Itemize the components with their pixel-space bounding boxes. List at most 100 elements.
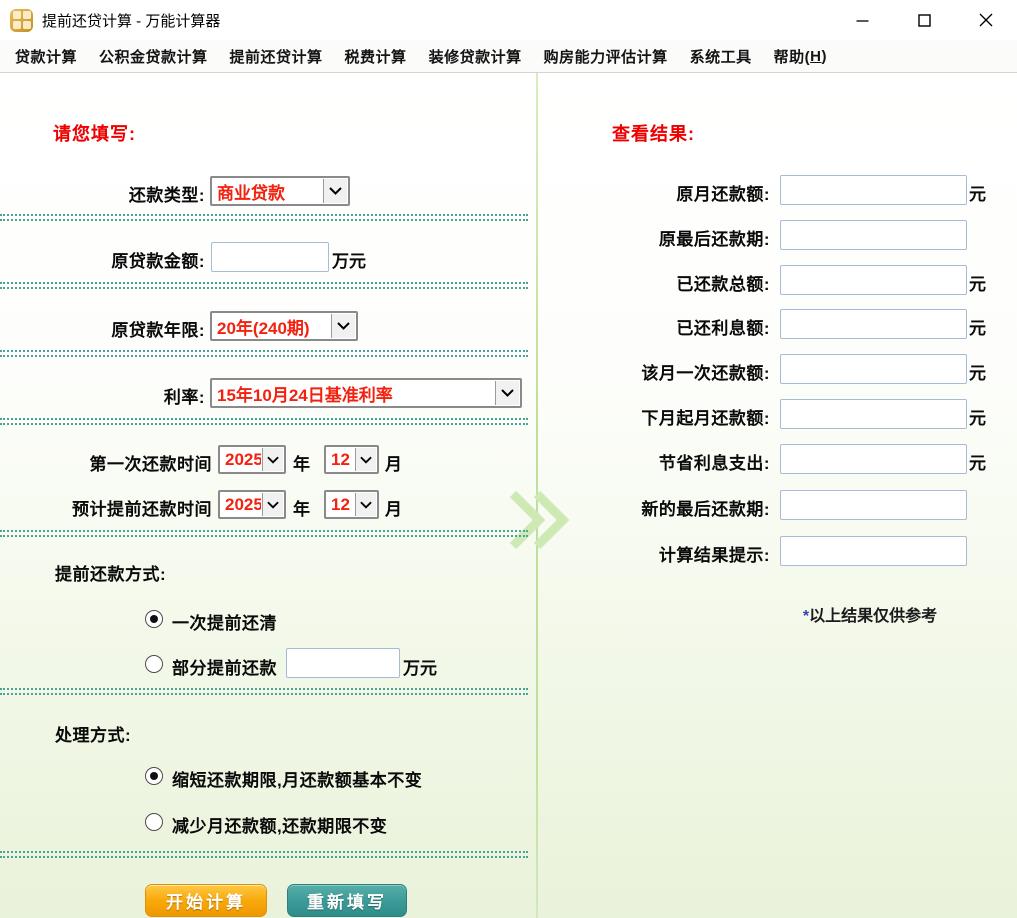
chevron-down-icon[interactable] [495, 381, 519, 405]
maximize-button[interactable] [893, 0, 955, 40]
minimize-button[interactable] [831, 0, 893, 40]
result-label: 该月一次还款额: [555, 359, 770, 384]
first-pay-year-value: 2025 [220, 447, 261, 472]
rate-select[interactable]: 15年10月24日基准利率 [210, 378, 522, 408]
orig-years-select[interactable]: 20年(240期) [210, 311, 358, 341]
process-mode-label: 处理方式: [55, 721, 131, 746]
result-label: 下月起月还款额: [555, 404, 770, 429]
app-window: 提前还贷计算 - 万能计算器 贷款计算 公积金贷款计算 提前还贷计算 税费计算 … [0, 0, 1017, 918]
orig-years-label: 原贷款年限: [0, 316, 205, 341]
results-section-title: 查看结果: [612, 120, 695, 146]
radio-partial-prepay[interactable] [145, 655, 163, 673]
result-label: 已还利息额: [555, 314, 770, 339]
dotted-divider [0, 688, 528, 695]
menu-item-fund-loan-calc[interactable]: 公积金贷款计算 [88, 40, 219, 72]
result-input-next-monthly[interactable] [780, 399, 967, 429]
unit-label: 元 [969, 449, 986, 474]
chevron-down-icon[interactable] [323, 179, 347, 203]
unit-label: 元 [969, 314, 986, 339]
result-input-interest-saved[interactable] [780, 444, 967, 474]
orig-amount-label: 原贷款金额: [0, 247, 205, 272]
result-input-new-last-period[interactable] [780, 490, 967, 520]
orig-amount-unit: 万元 [332, 247, 366, 272]
content-area: 请您填写: 还款类型: 商业贷款 原贷款金额: 万元 原贷款年限: 20年(24… [0, 73, 1017, 918]
radio-full-prepay-label: 一次提前还清 [172, 609, 277, 634]
partial-prepay-amount-input[interactable] [286, 648, 400, 678]
repay-type-label: 还款类型: [0, 181, 205, 206]
first-pay-month-select[interactable]: 12 [324, 445, 379, 474]
result-label: 计算结果提示: [555, 541, 770, 566]
result-input-result-hint[interactable] [780, 536, 967, 566]
prepay-year-select[interactable]: 2025 [218, 490, 286, 519]
result-label: 原最后还款期: [555, 225, 770, 250]
menu-item-tax-calc[interactable]: 税费计算 [334, 40, 418, 72]
menu-item-prepay-calc[interactable]: 提前还贷计算 [219, 40, 334, 72]
dotted-divider [0, 214, 528, 221]
result-input-orig-monthly[interactable] [780, 175, 967, 205]
titlebar: 提前还贷计算 - 万能计算器 [0, 0, 1017, 40]
year-unit: 年 [293, 450, 310, 475]
repay-type-value: 商业贷款 [212, 178, 322, 204]
chevron-down-icon[interactable] [331, 314, 355, 338]
partial-prepay-unit: 万元 [403, 654, 437, 679]
chevron-down-icon[interactable] [262, 448, 283, 471]
radio-reduce-monthly[interactable] [145, 813, 163, 831]
close-button[interactable] [955, 0, 1017, 40]
form-section-title: 请您填写: [53, 120, 136, 146]
result-input-total-repaid[interactable] [780, 265, 967, 295]
radio-reduce-monthly-label: 减少月还款额,还款期限不变 [172, 812, 387, 837]
chevron-down-icon[interactable] [355, 493, 376, 516]
rate-value: 15年10月24日基准利率 [212, 380, 494, 406]
result-label: 原月还款额: [555, 180, 770, 205]
radio-shorten-term[interactable] [145, 767, 163, 785]
orig-amount-input[interactable] [211, 242, 329, 272]
prepay-time-label: 预计提前还款时间 [0, 495, 212, 520]
month-unit: 月 [385, 495, 402, 520]
first-pay-month-value: 12 [326, 447, 354, 472]
unit-label: 元 [969, 404, 986, 429]
maximize-icon [918, 14, 931, 27]
rate-label: 利率: [0, 383, 205, 408]
unit-label: 元 [969, 180, 986, 205]
calculate-button[interactable]: 开始计算 [145, 884, 267, 917]
dotted-divider [0, 418, 528, 425]
chevron-down-icon[interactable] [355, 448, 376, 471]
radio-partial-prepay-label: 部分提前还款 [172, 654, 277, 679]
repay-type-select[interactable]: 商业贷款 [210, 176, 350, 206]
prepay-month-value: 12 [326, 492, 354, 517]
year-unit: 年 [293, 495, 310, 520]
result-label: 已还款总额: [555, 270, 770, 295]
radio-full-prepay[interactable] [145, 610, 163, 628]
dotted-divider [0, 851, 528, 858]
month-unit: 月 [385, 450, 402, 475]
menu-item-system-tools[interactable]: 系统工具 [679, 40, 763, 72]
reset-button[interactable]: 重新填写 [287, 884, 407, 917]
result-label: 新的最后还款期: [555, 495, 770, 520]
prepay-mode-label: 提前还款方式: [55, 560, 166, 585]
minimize-icon [856, 14, 869, 27]
first-pay-label: 第一次还款时间 [0, 450, 212, 475]
dotted-divider [0, 350, 528, 357]
dotted-divider [0, 282, 528, 289]
menu-item-loan-calc[interactable]: 贷款计算 [4, 40, 88, 72]
orig-years-value: 20年(240期) [212, 313, 330, 339]
menu-item-renovation-loan-calc[interactable]: 装修贷款计算 [418, 40, 533, 72]
result-input-orig-last-period[interactable] [780, 220, 967, 250]
result-label: 节省利息支出: [555, 449, 770, 474]
radio-shorten-term-label: 缩短还款期限,月还款额基本不变 [172, 766, 422, 791]
dotted-divider [0, 530, 528, 537]
result-input-month-onetime[interactable] [780, 354, 967, 384]
app-icon [10, 9, 33, 32]
first-pay-year-select[interactable]: 2025 [218, 445, 286, 474]
results-disclaimer: *以上结果仅供参考 [770, 602, 970, 626]
unit-label: 元 [969, 359, 986, 384]
window-title: 提前还贷计算 - 万能计算器 [42, 10, 220, 31]
result-input-interest-repaid[interactable] [780, 309, 967, 339]
prepay-year-value: 2025 [220, 492, 261, 517]
menu-item-affordability-calc[interactable]: 购房能力评估计算 [533, 40, 679, 72]
menu-item-help[interactable]: 帮助(H) [763, 40, 838, 72]
menubar: 贷款计算 公积金贷款计算 提前还贷计算 税费计算 装修贷款计算 购房能力评估计算… [0, 40, 1017, 73]
close-icon [979, 13, 993, 27]
chevron-down-icon[interactable] [262, 493, 283, 516]
prepay-month-select[interactable]: 12 [324, 490, 379, 519]
